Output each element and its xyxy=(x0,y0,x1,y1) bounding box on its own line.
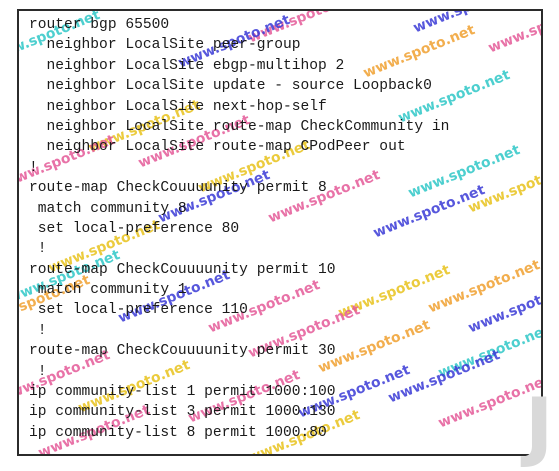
config-line: match community 1 xyxy=(29,282,187,299)
watermark-text: www.spoto.net xyxy=(436,322,543,382)
config-line: set local-preference 110 xyxy=(29,302,248,319)
watermark-text: www.spoto.net xyxy=(486,9,543,57)
config-line: set local-preference 80 xyxy=(29,220,240,237)
config-line: ip community-list 8 permit 1000:80 xyxy=(29,424,327,441)
config-line: route-map CheckCouuuunity permit 10 xyxy=(29,261,336,278)
corner-logo-glyph: J xyxy=(525,381,554,470)
config-line: neighbor LocalSite ebgp-multihop 2 xyxy=(29,57,345,74)
config-line: ! xyxy=(29,363,47,380)
config-line: ip community-list 1 permit 1000:100 xyxy=(29,384,336,401)
config-line: ! xyxy=(29,322,47,339)
config-line: neighbor LocalSite peer-group xyxy=(29,37,301,54)
config-line: router bgp 65500 xyxy=(29,17,170,33)
watermark-text: www.spoto.net xyxy=(466,277,543,337)
config-line: route-map CheckCouuuunity permit 8 xyxy=(29,180,327,197)
config-line: neighbor LocalSite route-map CPodPeer ou… xyxy=(29,139,406,156)
config-line: ip community-list 3 permit 1000:130 xyxy=(29,404,336,421)
watermark-text: www.spoto.net xyxy=(466,157,543,217)
config-line: neighbor LocalSite route-map CheckCommun… xyxy=(29,118,450,135)
config-line: route-map CheckCouuuunity permit 30 xyxy=(29,343,336,360)
config-line: match community 8 xyxy=(29,200,187,217)
bgp-config-text: router bgp 65500 neighbor LocalSite peer… xyxy=(29,15,449,443)
config-line: ! xyxy=(29,241,47,258)
config-line: neighbor LocalSite update - source Loopb… xyxy=(29,78,432,95)
config-line: neighbor LocalSite next-hop-self xyxy=(29,98,327,115)
config-line: ! xyxy=(29,159,38,176)
config-panel: www.spoto.net www.spoto.net www.spoto.net w… xyxy=(17,9,543,456)
